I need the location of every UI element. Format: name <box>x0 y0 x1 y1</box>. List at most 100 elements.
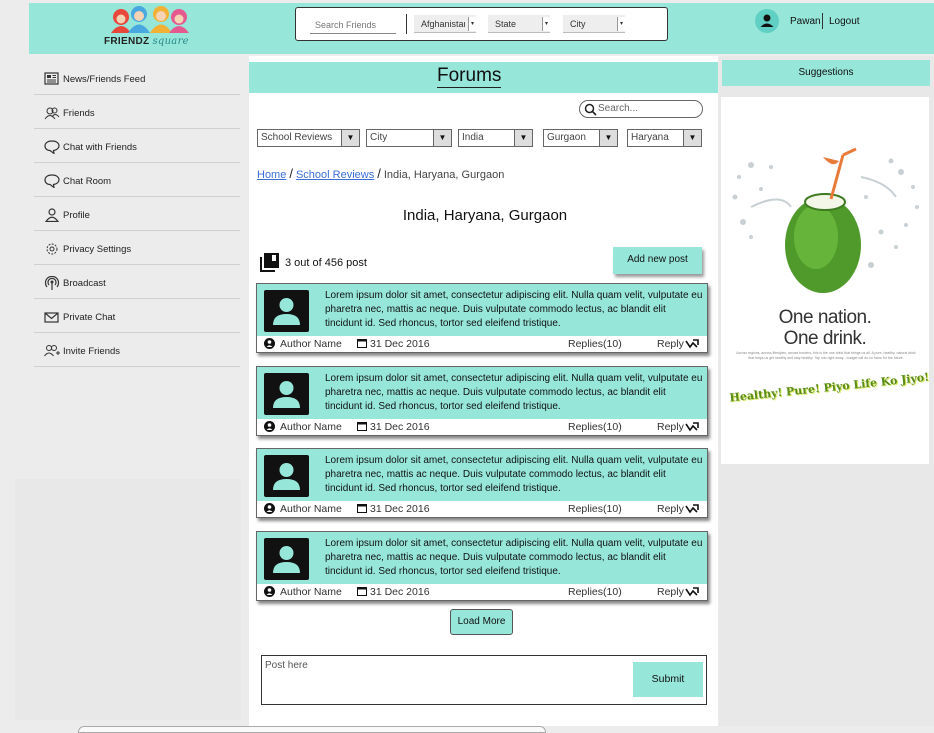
chevron-down-icon: ▼ <box>433 130 451 146</box>
user-icon <box>760 14 774 27</box>
post-footer: Author Name 31 Dec 2016 Replies(10) Repl… <box>257 336 707 352</box>
search-friends-input[interactable] <box>310 16 396 34</box>
category-filter[interactable]: School Reviews ▼ <box>257 129 360 147</box>
load-more-button[interactable]: Load More <box>450 609 513 635</box>
post-date: 31 Dec 2016 <box>370 586 430 598</box>
country-filter[interactable]: India ▼ <box>458 129 533 147</box>
reply-button[interactable]: Reply <box>657 586 684 598</box>
reply-arrow-icon[interactable] <box>685 504 699 514</box>
sidebar-item-private-chat[interactable]: Private Chat <box>34 299 240 333</box>
add-new-post-button[interactable]: Add new post <box>613 247 702 274</box>
user-name[interactable]: Pawan <box>790 16 821 27</box>
state-filter[interactable]: Haryana ▼ <box>627 129 702 147</box>
reply-arrow-icon[interactable] <box>685 422 699 432</box>
post-author[interactable]: Author Name <box>280 338 343 350</box>
breadcrumb-home-link[interactable]: Home <box>257 169 286 181</box>
sidebar-item-broadcast[interactable]: Broadcast <box>34 265 240 299</box>
suggestions-header: Suggestions <box>722 60 930 86</box>
sidebar-item-chat-room[interactable]: Chat Room <box>34 163 240 197</box>
chevron-down-icon: ▼ <box>683 130 701 146</box>
post-card[interactable]: Lorem ipsum dolor sit amet, consectetur … <box>256 283 708 353</box>
suggestions-panel: Suggestions One nation. One drink. Across… <box>719 56 934 726</box>
reply-button[interactable]: Reply <box>657 338 684 350</box>
post-body: Lorem ipsum dolor sit amet, consectetur … <box>325 538 703 577</box>
search-icon <box>584 103 597 116</box>
country-select-value: Afghanistan <box>421 19 465 29</box>
state-filter-value: Haryana <box>631 132 669 143</box>
city-select-value: City <box>570 19 586 29</box>
post-count-text: 3 out of 456 post <box>285 257 367 269</box>
post-date: 31 Dec 2016 <box>370 421 430 433</box>
page-title: Forums <box>437 65 502 88</box>
sidebar-item-privacy-settings[interactable]: Privacy Settings <box>34 231 240 265</box>
gear-icon <box>46 243 58 255</box>
sidebar-item-label: Chat Room <box>63 176 112 187</box>
post-placeholder: Post here <box>265 660 308 671</box>
user-icon <box>273 546 300 573</box>
submit-button[interactable]: Submit <box>633 662 703 697</box>
reply-button[interactable]: Reply <box>657 421 684 433</box>
post-replies-count[interactable]: Replies(10) <box>568 421 622 433</box>
profile-icon <box>44 208 60 222</box>
post-replies-count[interactable]: Replies(10) <box>568 338 622 350</box>
invite-icon <box>44 345 60 357</box>
sidebar-item-invite-friends[interactable]: Invite Friends <box>34 333 240 367</box>
friend-search-bar: Afghanistan ▾ State ▾ City ▾ <box>295 7 668 41</box>
breadcrumb: Home / School Reviews / India, Haryana, Gurg… <box>257 166 505 181</box>
forum-header: Forums <box>249 62 718 93</box>
city-filter[interactable]: City ▼ <box>366 129 452 147</box>
sidebar-item-label: News/Friends Feed <box>63 74 146 85</box>
calendar-icon <box>357 422 367 431</box>
calendar-icon <box>357 587 367 596</box>
advertisement[interactable]: One nation. One drink. Across regions, ac… <box>721 97 930 464</box>
sidebar-item-label: Private Chat <box>63 312 116 323</box>
posts-stack-icon <box>260 253 279 272</box>
sidebar-item-chat-friends[interactable]: Chat with Friends <box>34 129 240 163</box>
chevron-down-icon: ▾ <box>542 17 550 31</box>
post-date: 31 Dec 2016 <box>370 338 430 350</box>
reply-button[interactable]: Reply <box>657 503 684 515</box>
breadcrumb-current: India, Haryana, Gurgaon <box>383 169 505 181</box>
reply-arrow-icon[interactable] <box>685 587 699 597</box>
reply-arrow-icon[interactable] <box>685 339 699 349</box>
city-select[interactable]: City ▾ <box>563 15 625 33</box>
brand-logo[interactable]: FRIENDZ square <box>99 5 199 51</box>
post-replies-count[interactable]: Replies(10) <box>568 503 622 515</box>
horizontal-scrollbar[interactable] <box>78 726 546 733</box>
sidebar-item-profile[interactable]: Profile <box>34 197 240 231</box>
state-select[interactable]: State ▾ <box>488 15 550 33</box>
post-body: Lorem ipsum dolor sit amet, consectetur … <box>325 290 703 329</box>
author-icon <box>264 421 275 432</box>
sidebar-item-label: Privacy Settings <box>63 244 132 255</box>
forum-search-input[interactable]: Search... <box>579 100 703 118</box>
sidebar-item-label: Profile <box>63 210 90 221</box>
district-filter[interactable]: Gurgaon ▼ <box>543 129 618 147</box>
post-avatar <box>264 455 309 497</box>
post-card[interactable]: Lorem ipsum dolor sit amet, consectetur … <box>256 531 708 601</box>
author-icon <box>264 503 275 514</box>
new-post-textarea[interactable]: Post here Submit <box>261 655 707 705</box>
user-divider <box>822 13 823 29</box>
search-placeholder: Search... <box>598 103 639 114</box>
category-filter-value: School Reviews <box>261 132 333 143</box>
avatar[interactable] <box>755 9 779 33</box>
broadcast-icon <box>44 276 60 290</box>
post-replies-count[interactable]: Replies(10) <box>568 586 622 598</box>
sidebar-item-news-feed[interactable]: News/Friends Feed <box>34 61 240 95</box>
post-footer: Author Name 31 Dec 2016 Replies(10) Repl… <box>257 419 707 435</box>
breadcrumb-section-link[interactable]: School Reviews <box>296 169 374 181</box>
post-footer: Author Name 31 Dec 2016 Replies(10) Repl… <box>257 501 707 517</box>
author-icon <box>264 586 275 597</box>
post-author[interactable]: Author Name <box>280 503 343 515</box>
post-avatar <box>264 290 309 332</box>
mail-icon <box>44 312 59 323</box>
city-filter-value: City <box>370 132 388 143</box>
coconut-splash-icon <box>732 147 919 293</box>
sidebar-item-friends[interactable]: Friends <box>34 95 240 129</box>
post-card[interactable]: Lorem ipsum dolor sit amet, consectetur … <box>256 366 708 436</box>
post-author[interactable]: Author Name <box>280 586 343 598</box>
country-select[interactable]: Afghanistan ▾ <box>414 15 476 33</box>
post-card[interactable]: Lorem ipsum dolor sit amet, consectetur … <box>256 448 708 518</box>
logout-link[interactable]: Logout <box>829 16 860 27</box>
post-author[interactable]: Author Name <box>280 421 343 433</box>
